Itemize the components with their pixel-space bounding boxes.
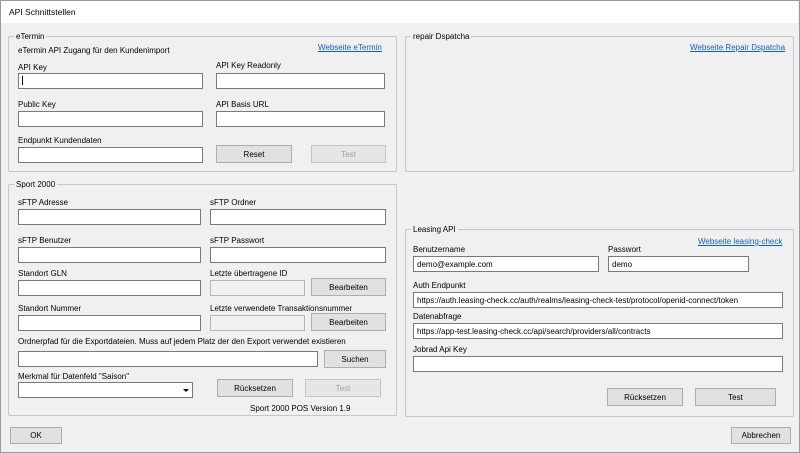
- leasing-group-title: Leasing API: [411, 224, 458, 235]
- location-gln-input[interactable]: [18, 280, 201, 296]
- sftp-password-label: sFTP Passwort: [210, 236, 265, 245]
- jobrad-label: Jobrad Api Key: [413, 345, 467, 354]
- repair-group-title: repair Dspatcha: [411, 31, 472, 42]
- season-label: Merkmal für Datenfeld "Saison": [18, 372, 130, 381]
- cancel-button[interactable]: Abbrechen: [731, 427, 791, 444]
- endpoint-label: Endpunkt Kundendaten: [18, 136, 102, 145]
- chevron-down-icon: [182, 388, 189, 392]
- location-gln-label: Standort GLN: [18, 269, 67, 278]
- api-base-url-input[interactable]: [216, 111, 385, 127]
- sftp-user-input[interactable]: [18, 247, 201, 263]
- etermin-group-title: eTermin: [14, 31, 47, 42]
- search-button[interactable]: Suchen: [324, 350, 386, 368]
- public-key-input[interactable]: [18, 111, 203, 127]
- api-key-readonly-label: API Key Readonly: [216, 61, 281, 70]
- leasing-test-button[interactable]: Test: [695, 388, 776, 406]
- sftp-user-label: sFTP Benutzer: [18, 236, 72, 245]
- text-cursor: [22, 76, 23, 85]
- endpoint-input[interactable]: [18, 147, 203, 163]
- api-base-url-label: API Basis URL: [216, 100, 269, 109]
- sftp-password-input[interactable]: [210, 247, 386, 263]
- etermin-subtitle: eTermin API Zugang für den Kundenimport: [18, 46, 170, 55]
- sport2000-group-title: Sport 2000: [14, 179, 58, 190]
- sftp-folder-input[interactable]: [210, 209, 386, 225]
- version-text: Sport 2000 POS Version 1.9: [250, 404, 351, 413]
- api-key-label: API Key: [18, 63, 47, 72]
- repair-website-link[interactable]: Webseite Repair Dspatcha: [690, 43, 785, 52]
- etermin-test-button[interactable]: Test: [311, 145, 386, 163]
- season-select[interactable]: [18, 382, 193, 398]
- jobrad-input[interactable]: [413, 356, 783, 372]
- username-input[interactable]: [413, 256, 599, 272]
- location-number-label: Standort Nummer: [18, 304, 82, 313]
- ok-button[interactable]: OK: [10, 427, 62, 444]
- last-id-label: Letzte übertragene ID: [210, 269, 288, 278]
- api-key-readonly-input[interactable]: [216, 73, 385, 89]
- auth-endpoint-input[interactable]: [413, 292, 783, 308]
- password-input[interactable]: [608, 256, 749, 272]
- title-bar: API Schnittstellen: [1, 1, 798, 23]
- repair-group: repair Dspatcha: [405, 31, 794, 172]
- sftp-address-input[interactable]: [18, 209, 201, 225]
- edit-last-txn-button[interactable]: Bearbeiten: [311, 313, 386, 331]
- window-title: API Schnittstellen: [9, 7, 76, 17]
- etermin-website-link[interactable]: Webseite eTermin: [318, 43, 382, 52]
- data-query-input[interactable]: [413, 323, 783, 339]
- username-label: Benutzername: [413, 245, 466, 254]
- etermin-reset-button[interactable]: Reset: [216, 145, 292, 163]
- last-txn-input: [210, 315, 305, 331]
- location-number-input[interactable]: [18, 315, 201, 331]
- public-key-label: Public Key: [18, 100, 56, 109]
- export-path-input[interactable]: [18, 351, 318, 367]
- export-path-label: Ordnerpfad für die Exportdateien. Muss a…: [18, 337, 346, 346]
- leasing-website-link[interactable]: Webseite leasing-check: [698, 237, 782, 246]
- season-dropdown-button[interactable]: [179, 383, 192, 397]
- data-query-label: Datenabfrage: [413, 312, 462, 321]
- api-key-input[interactable]: [18, 73, 203, 89]
- sport2000-reset-button[interactable]: Rücksetzen: [217, 379, 293, 397]
- leasing-reset-button[interactable]: Rücksetzen: [607, 388, 683, 406]
- auth-endpoint-label: Auth Endpunkt: [413, 281, 466, 290]
- edit-last-id-button[interactable]: Bearbeiten: [311, 278, 386, 296]
- last-id-input: [210, 280, 305, 296]
- sport2000-test-button[interactable]: Test: [305, 379, 381, 397]
- password-label: Passwort: [608, 245, 641, 254]
- sftp-folder-label: sFTP Ordner: [210, 198, 257, 207]
- sftp-address-label: sFTP Adresse: [18, 198, 69, 207]
